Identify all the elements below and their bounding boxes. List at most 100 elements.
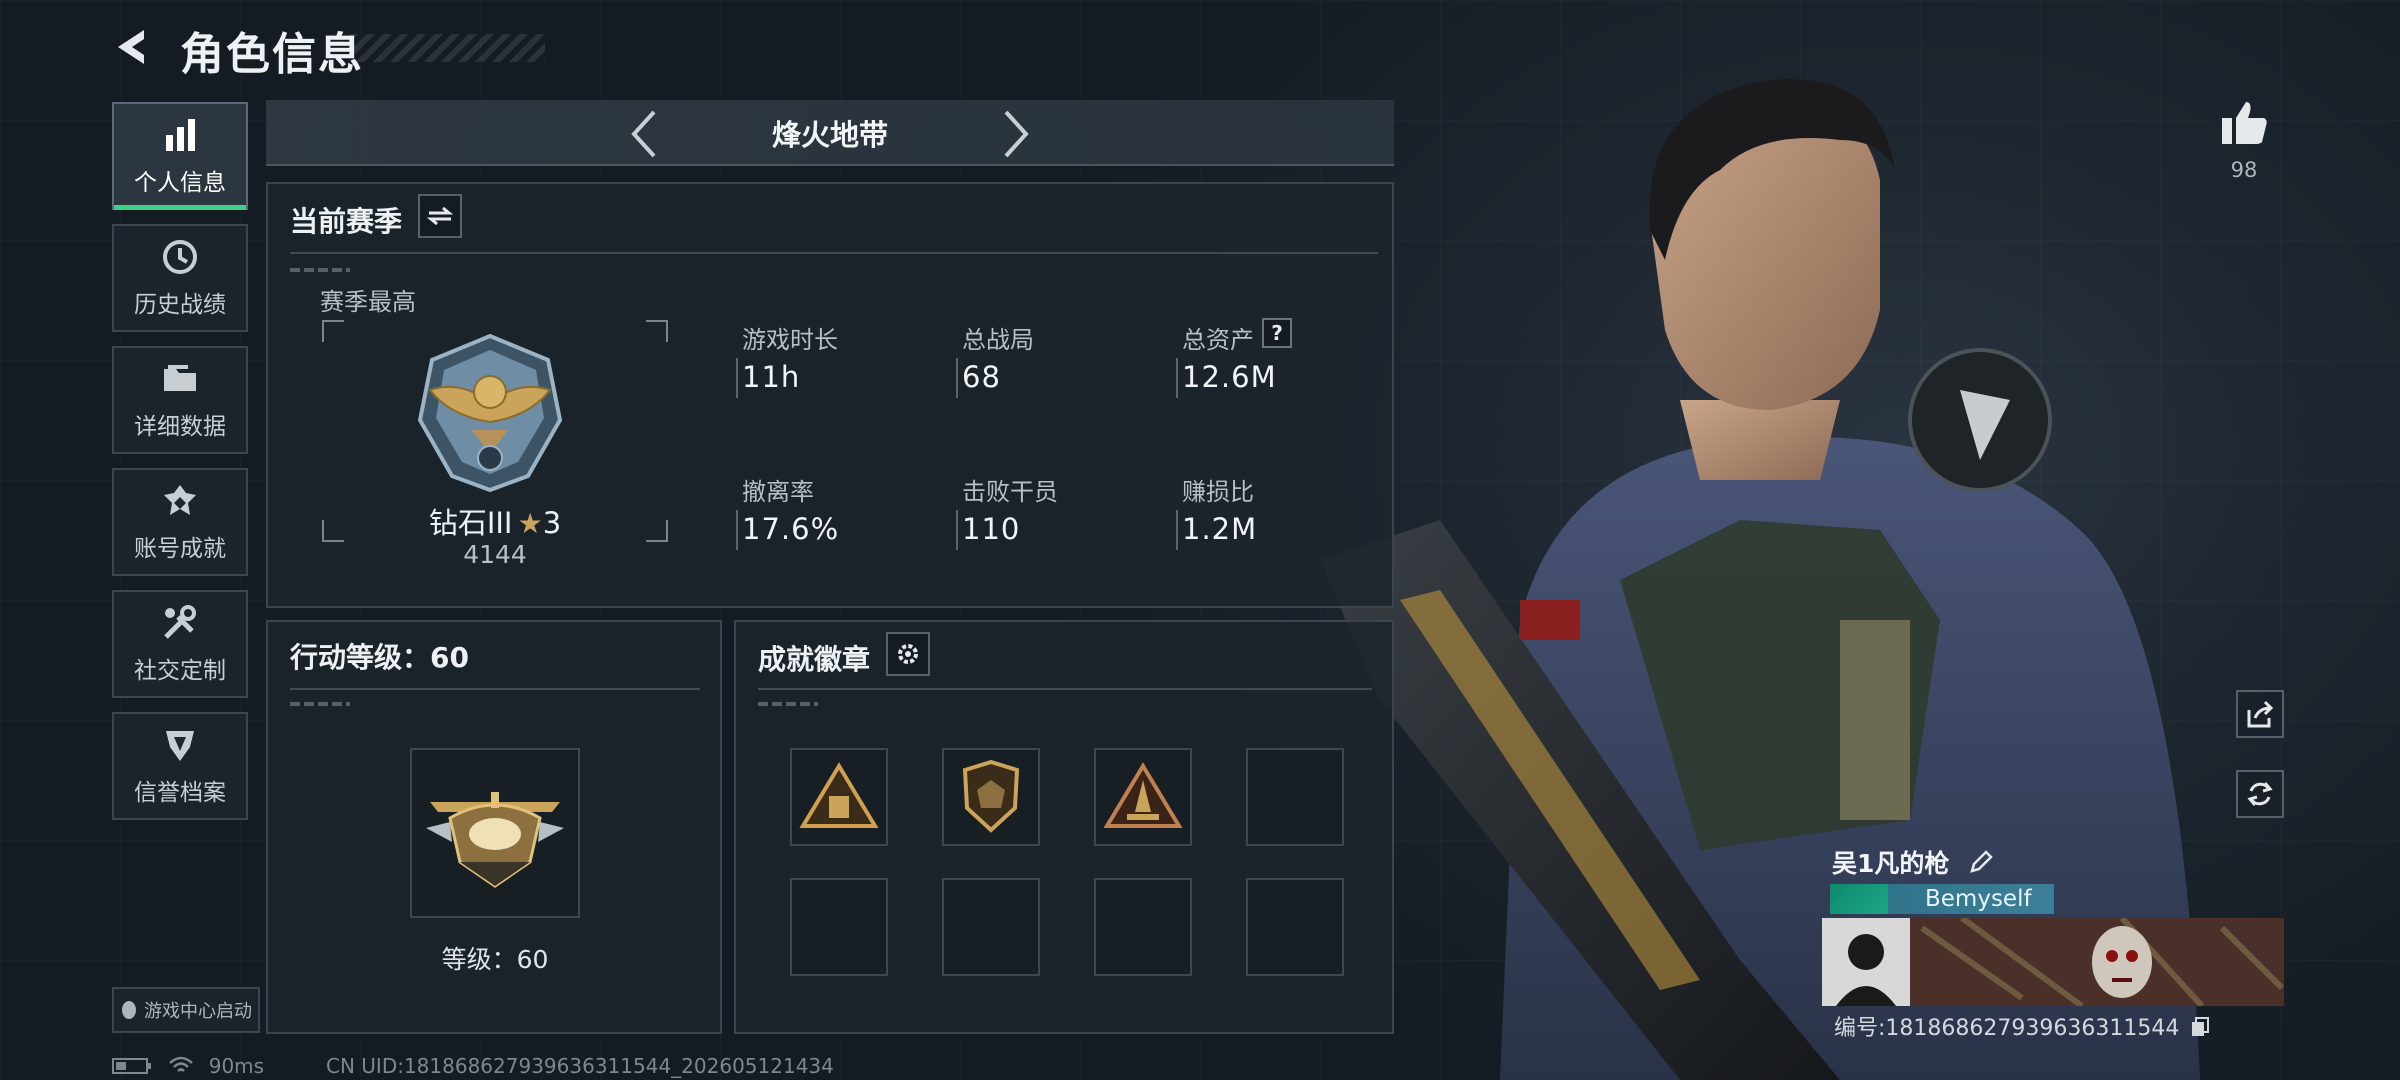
stat-value-profit-ratio: 1.2M xyxy=(1182,512,1258,546)
badge-slot-empty[interactable] xyxy=(1094,878,1192,976)
stat-value-extract-rate: 17.6% xyxy=(742,512,840,546)
bar-chart-icon xyxy=(166,119,195,151)
nav-label: 社交定制 xyxy=(134,658,226,684)
qq-penguin-icon xyxy=(122,1001,136,1019)
game-center-launch-button[interactable]: 游戏中心启动 xyxy=(112,987,260,1033)
nav-label: 个人信息 xyxy=(134,170,226,196)
nav-item-personal-info[interactable]: 个人信息 xyxy=(112,102,248,210)
badge-slot-empty[interactable] xyxy=(790,878,888,976)
badge-slot[interactable] xyxy=(790,748,888,846)
diamond-rank-emblem xyxy=(417,333,563,493)
triangle-rocket-badge-icon xyxy=(1103,762,1183,828)
stat-label-profit-ratio: 赚损比 xyxy=(1182,478,1254,506)
stat-label-playtime: 游戏时长 xyxy=(742,326,838,354)
share-button[interactable] xyxy=(2236,690,2284,738)
season-title: 当前赛季 xyxy=(290,205,403,238)
badges-title: 成就徽章 xyxy=(758,643,871,676)
stat-divider xyxy=(736,510,738,550)
like-count: 98 xyxy=(2230,158,2258,182)
stat-divider xyxy=(736,358,738,398)
divider-ticks xyxy=(290,268,350,272)
refresh-icon xyxy=(2247,782,2273,806)
wifi-icon xyxy=(169,1056,194,1072)
triangle-crate-badge-icon xyxy=(799,762,879,828)
ping-text: 90ms xyxy=(208,1054,265,1078)
stat-value-playtime: 11h xyxy=(742,360,801,394)
divider-ticks xyxy=(758,702,818,706)
folder-icon xyxy=(164,365,196,391)
thumbs-up-icon[interactable] xyxy=(2218,98,2270,148)
swap-icon xyxy=(427,206,453,226)
stat-label-extract-rate: 撤离率 xyxy=(742,478,814,506)
player-id-text: 编号:181868627939636311544 xyxy=(1834,1016,2180,1041)
badge-slot-empty[interactable] xyxy=(1246,878,1344,976)
stat-divider xyxy=(1176,510,1178,550)
help-button[interactable]: ? xyxy=(1262,318,1292,348)
uid-text: CN UID:181868627939636311544_20260512143… xyxy=(326,1054,834,1078)
back-arrow-icon[interactable] xyxy=(108,22,158,72)
nav-item-reputation[interactable]: 信誉档案 xyxy=(112,712,248,820)
stat-divider xyxy=(1176,358,1178,398)
rank-line: 钻石III ★3 xyxy=(420,500,570,542)
helicopter-level-emblem xyxy=(426,792,564,888)
status-bar: 90ms xyxy=(112,1054,264,1078)
edit-pencil-icon[interactable] xyxy=(1968,849,1994,875)
level-title: 行动等级：60 xyxy=(290,641,469,674)
player-name: 吴1凡的枪 xyxy=(1832,844,1994,880)
achievement-icon xyxy=(164,485,196,515)
player-id: 编号:181868627939636311544 xyxy=(1834,1010,2210,1042)
frame-corner xyxy=(322,320,344,342)
season-divider xyxy=(290,252,1378,254)
frame-corner xyxy=(646,320,668,342)
page-title: 角色信息 xyxy=(180,29,364,80)
title-decoration xyxy=(350,34,545,62)
badges-divider xyxy=(758,688,1372,690)
nav-label: 历史战绩 xyxy=(134,292,226,318)
stat-value-kills: 110 xyxy=(962,512,1021,546)
badge-slot[interactable] xyxy=(942,748,1040,846)
nav-item-history[interactable]: 历史战绩 xyxy=(112,224,248,332)
share-icon xyxy=(2247,700,2274,728)
nav-label: 详细数据 xyxy=(134,414,226,440)
level-divider xyxy=(290,688,700,690)
star-icon: ★ xyxy=(517,507,543,540)
frame-corner xyxy=(646,520,668,542)
gear-icon xyxy=(898,644,918,664)
nav-item-detailed-data[interactable]: 详细数据 xyxy=(112,346,248,454)
shield-icon xyxy=(166,731,194,761)
season-switch-button[interactable] xyxy=(418,194,462,238)
badges-settings-button[interactable] xyxy=(886,632,930,676)
stat-label-total-matches: 总战局 xyxy=(962,326,1034,354)
rank-name: 钻石III xyxy=(428,506,513,540)
stat-label-kills: 击败干员 xyxy=(962,478,1058,506)
stat-divider xyxy=(956,358,958,398)
badge-slot-empty[interactable] xyxy=(1246,748,1344,846)
nav-item-achievements[interactable]: 账号成就 xyxy=(112,468,248,576)
level-text: 等级：60 xyxy=(441,945,549,974)
badge-slot-empty[interactable] xyxy=(942,878,1040,976)
stat-label-total-assets: 总资产 xyxy=(1182,326,1254,354)
chevron-left-icon[interactable] xyxy=(628,110,660,158)
player-name-text: 吴1凡的枪 xyxy=(1832,849,1950,878)
nav-label: 账号成就 xyxy=(134,536,226,562)
shield-die-badge-icon xyxy=(962,760,1020,833)
refresh-button[interactable] xyxy=(2236,770,2284,818)
player-banner[interactable] xyxy=(1822,918,2284,1006)
rank-stars: 3 xyxy=(542,506,562,540)
nav-item-social-custom[interactable]: 社交定制 xyxy=(112,590,248,698)
chevron-right-icon[interactable] xyxy=(1000,110,1032,158)
frame-corner xyxy=(322,520,344,542)
nav-label: 信誉档案 xyxy=(134,780,226,806)
stat-value-total-matches: 68 xyxy=(962,360,1001,394)
battery-icon xyxy=(112,1058,151,1074)
stat-value-total-assets: 12.6M xyxy=(1182,360,1277,394)
tag-emblem xyxy=(1830,884,1888,914)
mode-name: 烽火地带 xyxy=(771,118,888,152)
badge-slot[interactable] xyxy=(1094,748,1192,846)
season-best-label: 赛季最高 xyxy=(320,288,416,316)
stat-divider xyxy=(956,510,958,550)
divider-ticks xyxy=(290,702,350,706)
copy-icon[interactable] xyxy=(2190,1016,2210,1038)
history-clock-icon xyxy=(163,240,197,274)
wrench-icon xyxy=(164,605,196,639)
